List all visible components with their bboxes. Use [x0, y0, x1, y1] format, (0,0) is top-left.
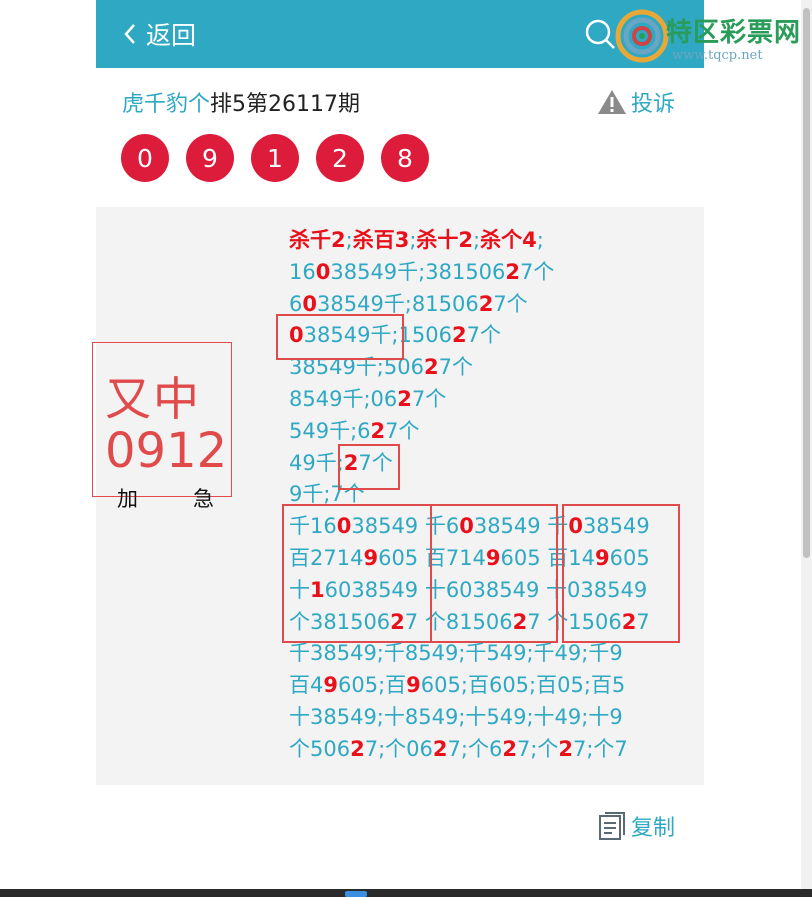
result-ball: 2: [316, 134, 364, 182]
highlight-box: [430, 504, 558, 643]
kill-header-line: 杀千2;杀百3;杀十2;杀个4;: [289, 225, 719, 257]
line-text: 7个: [411, 386, 447, 411]
hit-digit: 2: [558, 736, 573, 761]
result-ball: 0: [121, 134, 169, 182]
stamp-left-char: 加: [117, 487, 138, 511]
hit-digit: 2: [370, 418, 386, 443]
hit-digit: 2: [350, 736, 365, 761]
scrollbar[interactable]: [801, 0, 812, 890]
copy-button[interactable]: 复制: [597, 810, 675, 842]
line-text: 十38549;十8549;十549;十49;十9: [289, 704, 623, 729]
complain-button[interactable]: 投诉: [597, 86, 675, 118]
hit-digit: 2: [423, 355, 439, 380]
line-text: 7;个: [516, 736, 559, 761]
prediction-line: 16038549千;38150627个: [289, 257, 719, 289]
highlight-box: [276, 314, 404, 360]
taskbar-item[interactable]: [345, 891, 367, 897]
hit-digit: 2: [432, 736, 448, 761]
prediction-line: 千38549;千8549;千549;千49;千9: [289, 638, 719, 670]
line-text: 7个: [520, 259, 555, 284]
line-text: 38549千;381506: [330, 259, 506, 284]
line-text: 549千;6: [289, 418, 371, 443]
prediction-content: 杀千2;杀百3;杀十2;杀个4; 16038549千;38150627个 6038…: [289, 225, 719, 766]
line-text: 16: [289, 259, 316, 284]
complain-label: 投诉: [631, 92, 676, 117]
line-text: 千38549;千8549;千549;千49;千9: [289, 641, 623, 666]
result-ball: 1: [251, 134, 299, 182]
watermark-name: 特区彩票网: [666, 18, 802, 48]
line-text: 7个: [466, 323, 501, 348]
line-text: 7;个06: [364, 736, 433, 761]
result-ball: 8: [381, 134, 429, 182]
highlight-box: [562, 504, 680, 643]
line-text: 7个: [385, 418, 420, 443]
hit-stamp: 又中 0912 加 急: [92, 342, 232, 511]
hit-digit: 2: [502, 736, 517, 761]
hit-digit: 0: [302, 291, 317, 316]
scrollbar-thumb[interactable]: [803, 8, 810, 558]
warning-icon: [598, 90, 626, 114]
hit-digit: 9: [323, 673, 338, 698]
line-text: 7个: [493, 291, 528, 316]
issue-title: 排5第26117期: [210, 92, 360, 117]
stamp-right-char: 急: [193, 487, 214, 511]
line-text: 605;百605;百05;百5: [420, 673, 626, 698]
prediction-line: 十38549;十8549;十549;十49;十9: [289, 702, 719, 734]
watermark-url: www.tqcp.net: [672, 48, 763, 63]
line-text: 8549千;06: [289, 386, 398, 411]
taskbar: [0, 889, 812, 897]
highlight-box: [338, 444, 400, 490]
author-link[interactable]: 虎千豹个: [122, 92, 210, 117]
result-ball: 9: [186, 134, 234, 182]
copy-label: 复制: [631, 816, 676, 841]
line-text: 百4: [289, 673, 324, 698]
copy-icon: [599, 812, 625, 840]
hit-digit: 9: [406, 673, 421, 698]
hit-digit: 2: [451, 323, 467, 348]
hit-digit: 2: [397, 386, 412, 411]
page-title: 虎千豹个排5第26117期: [122, 86, 360, 118]
line-text: 7;个6: [447, 736, 503, 761]
prediction-line: 个50627;个0627;个627;个27;个7: [289, 734, 719, 766]
watermark-logo: 特区彩票网 www.tqcp.net: [612, 4, 812, 68]
line-text: 49千;: [289, 450, 344, 475]
line-text: 个506: [289, 736, 351, 761]
prediction-line: 8549千;0627个: [289, 384, 719, 416]
prediction-line: 百49605;百9605;百605;百05;百5: [289, 670, 719, 702]
line-text: 6: [289, 291, 303, 316]
hit-digit: 2: [478, 291, 494, 316]
draw-result-balls: 0 9 1 2 8: [121, 134, 446, 182]
separator: ;: [536, 228, 544, 252]
stamp-line2: 0912: [105, 423, 228, 479]
kill-item: 杀十2: [416, 228, 474, 252]
back-label: 返回: [146, 21, 197, 50]
kill-item: 杀个4: [480, 228, 537, 252]
line-text: 7个: [438, 355, 473, 380]
line-text: 38549千;81506: [317, 291, 479, 316]
watermark-swirl-icon: [615, 9, 669, 63]
line-text: 605;百: [338, 673, 407, 698]
highlight-box: [282, 504, 432, 643]
separator: ;: [345, 228, 353, 252]
chevron-left-icon: [124, 24, 135, 44]
kill-item: 杀千2: [289, 228, 346, 252]
hit-digit: 0: [315, 259, 331, 284]
prediction-line: 549千;627个: [289, 416, 719, 448]
hit-digit: 2: [505, 259, 521, 284]
kill-item: 杀百3: [352, 228, 410, 252]
line-text: 7;个7: [573, 736, 628, 761]
stamp-line1: 又中: [105, 372, 201, 426]
back-button[interactable]: 返回: [122, 16, 196, 52]
